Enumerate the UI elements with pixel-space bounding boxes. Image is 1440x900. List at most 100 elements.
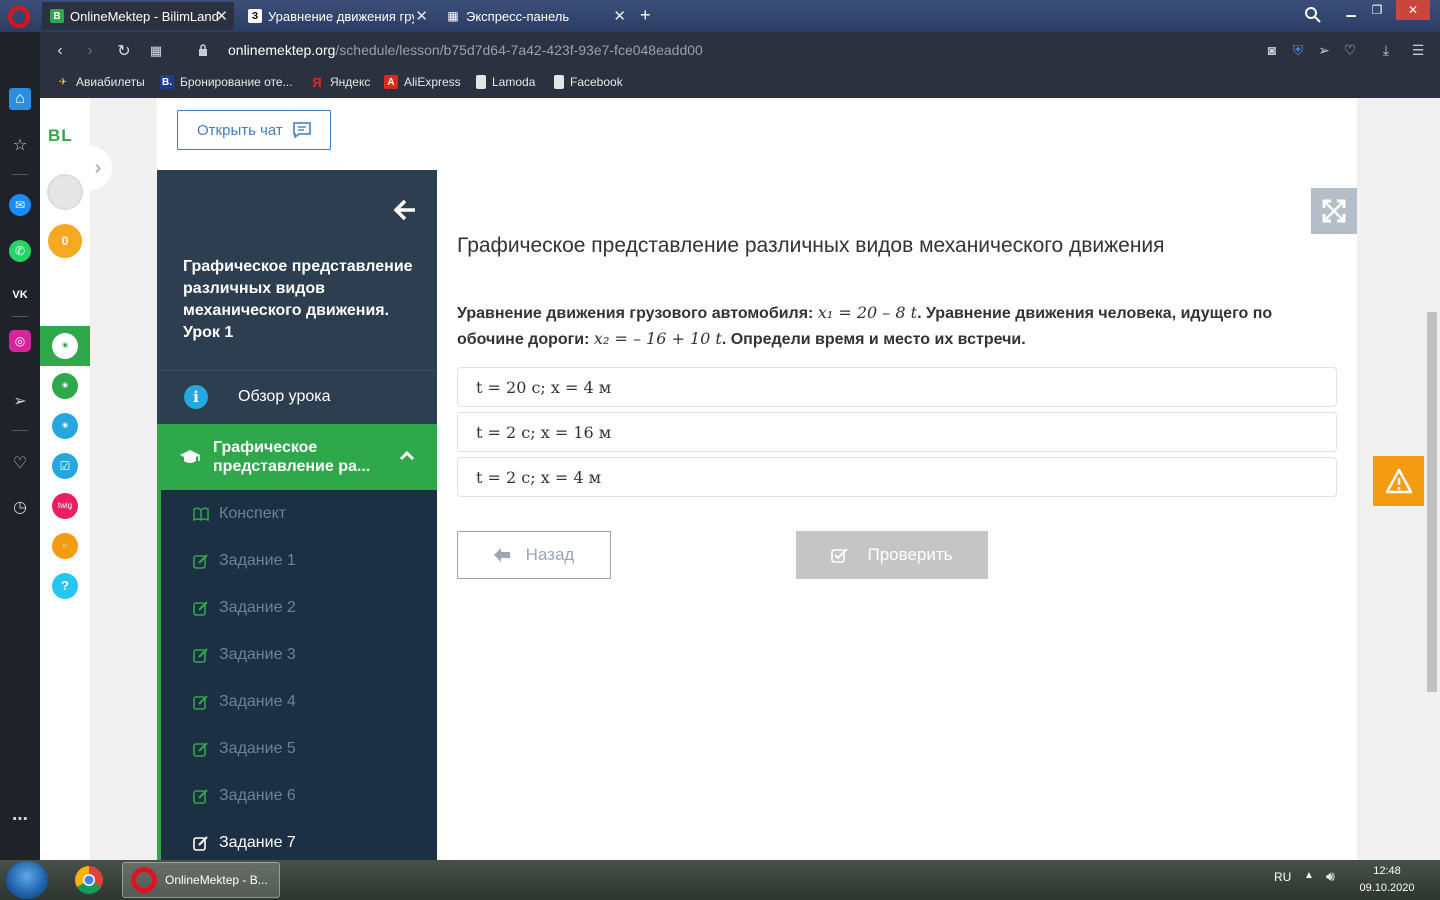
- yandex-icon: Я: [312, 74, 322, 90]
- maximize-window-icon[interactable]: ❐: [1364, 0, 1390, 20]
- plane-icon: ✈: [58, 76, 68, 88]
- twig-app-icon[interactable]: twig: [52, 493, 78, 519]
- sub-item-label: Задание 6: [219, 786, 296, 804]
- chrome-taskbar-button[interactable]: [66, 862, 112, 898]
- history-icon[interactable]: ◷: [9, 496, 31, 518]
- messenger-icon[interactable]: ✉: [9, 194, 31, 216]
- close-tab-icon[interactable]: ✕: [613, 7, 626, 25]
- heart-icon[interactable]: ♡: [9, 452, 31, 474]
- arrow-left-icon[interactable]: [393, 198, 417, 222]
- lesson-overview-item[interactable]: i Обзор урока: [157, 371, 437, 423]
- opera-menu-icon[interactable]: [8, 6, 30, 28]
- question-part: . Определи время и место их встречи.: [721, 331, 1026, 348]
- close-tab-icon[interactable]: ✕: [415, 7, 428, 25]
- bookmark-aviabilety[interactable]: ✈ Авиабилеты: [56, 75, 145, 89]
- address-bar: ‹ › ↻ ▦ onlinemektep.org/schedule/lesson…: [0, 32, 1440, 68]
- heart-icon[interactable]: ♡: [1342, 42, 1358, 58]
- expand-sidebar-icon[interactable]: ›: [84, 146, 112, 190]
- fullscreen-button[interactable]: [1311, 188, 1357, 234]
- sub-item-label: Задание 3: [219, 645, 296, 663]
- web-page: BL 0 ◉ ◉ ◉ ☑ twig ☼ ? › Открыть чат Граф…: [40, 98, 1424, 860]
- send-icon[interactable]: ➢: [1316, 42, 1332, 58]
- close-window-icon[interactable]: ✕: [1396, 0, 1430, 20]
- camera-icon[interactable]: ◙: [1264, 42, 1280, 58]
- instagram-icon[interactable]: ◎: [9, 330, 31, 352]
- answer-option-1[interactable]: t = 20 с; x = 4 м: [457, 367, 1337, 407]
- more-icon[interactable]: ⋯: [9, 808, 31, 830]
- current-section-item[interactable]: Графическое представление ра...: [161, 424, 437, 490]
- chevron-up-icon[interactable]: [399, 448, 415, 464]
- open-chat-button[interactable]: Открыть чат: [177, 110, 331, 150]
- tab-speed-dial[interactable]: ▦ Экспресс-панель ✕: [438, 2, 632, 30]
- aliexpress-icon: A: [384, 75, 398, 89]
- whatsapp-icon[interactable]: ✆: [9, 240, 31, 262]
- download-icon[interactable]: ⤓: [1378, 42, 1394, 58]
- url-field[interactable]: onlinemektep.org/schedule/lesson/b75d7d6…: [228, 42, 703, 58]
- sub-item-label: Задание 1: [219, 551, 296, 569]
- forward-icon[interactable]: ›: [80, 41, 100, 61]
- minimize-window-icon[interactable]: ▁: [1338, 0, 1364, 20]
- answer-text: t = 2 с; x = 4 м: [476, 467, 602, 487]
- bookmark-booking[interactable]: B. Бронирование оте...: [160, 75, 293, 89]
- bilimbook-app-icon[interactable]: ◉: [52, 413, 78, 439]
- sub-item-konspekt[interactable]: Конспект: [161, 490, 437, 537]
- sub-item-task-3[interactable]: Задание 3: [161, 631, 437, 678]
- sub-item-task-5[interactable]: Задание 5: [161, 725, 437, 772]
- warning-icon: [1385, 468, 1412, 494]
- imagine-app-icon[interactable]: ☼: [52, 533, 78, 559]
- url-domain: onlinemektep.org: [228, 42, 336, 58]
- chat-icon: [292, 122, 311, 138]
- coins-badge[interactable]: 0: [48, 224, 82, 258]
- opera-taskbar-button[interactable]: OnlineMektep - B...: [122, 862, 280, 898]
- checklist-app-icon[interactable]: ☑: [52, 453, 78, 479]
- onlinemektep-app-icon[interactable]: ◉: [52, 333, 78, 359]
- bookmark-yandex[interactable]: Я Яндекс: [310, 74, 370, 90]
- bookmark-label: Бронирование оте...: [180, 75, 293, 89]
- send-icon[interactable]: ➢: [9, 390, 31, 412]
- check-button[interactable]: Проверить: [796, 531, 988, 579]
- reload-icon[interactable]: ↻: [114, 41, 134, 61]
- start-button[interactable]: [6, 861, 48, 899]
- report-problem-button[interactable]: [1373, 456, 1424, 506]
- opera-icon: [131, 867, 157, 893]
- sub-item-task-4[interactable]: Задание 4: [161, 678, 437, 725]
- easy-setup-icon[interactable]: ☰: [1410, 42, 1426, 58]
- clock[interactable]: 12:48 09.10.2020: [1352, 863, 1422, 897]
- help-icon[interactable]: ?: [52, 573, 78, 599]
- edit-icon: [193, 647, 208, 663]
- tray-expand-icon[interactable]: ▲: [1304, 870, 1314, 881]
- sub-item-task-6[interactable]: Задание 6: [161, 772, 437, 819]
- bookmark-label: AliExpress: [404, 75, 461, 89]
- bookmark-label: Авиабилеты: [76, 75, 145, 89]
- bilimland-logo[interactable]: BL: [48, 126, 73, 146]
- answer-option-3[interactable]: t = 2 с; x = 4 м: [457, 457, 1337, 497]
- volume-icon[interactable]: 🔊︎: [1326, 868, 1335, 885]
- sub-item-task-2[interactable]: Задание 2: [161, 584, 437, 631]
- tab-onlinemektep[interactable]: B OnlineMektep - BilimLand ✕: [42, 2, 234, 30]
- bookmark-facebook[interactable]: Facebook: [554, 75, 623, 89]
- answer-option-2[interactable]: t = 2 с; x = 16 м: [457, 412, 1337, 452]
- bookmark-aliexpress[interactable]: A AliExpress: [384, 75, 461, 89]
- vpn-shield-icon[interactable]: ⛨: [1290, 42, 1306, 58]
- edit-icon: [193, 835, 208, 851]
- lock-icon[interactable]: [198, 44, 208, 56]
- back-button[interactable]: Назад: [457, 531, 611, 579]
- edit-icon: [193, 741, 208, 757]
- vk-icon[interactable]: VK: [9, 284, 31, 306]
- sub-item-task-7[interactable]: Задание 7: [161, 819, 437, 860]
- language-indicator[interactable]: RU: [1274, 870, 1291, 884]
- bilimland-favicon-icon: B: [50, 9, 64, 23]
- tabs-grid-icon[interactable]: ▦: [146, 41, 166, 61]
- sub-item-task-1[interactable]: Задание 1: [161, 537, 437, 584]
- scrollbar-thumb[interactable]: [1427, 312, 1437, 692]
- new-tab-button[interactable]: +: [640, 6, 651, 24]
- back-icon[interactable]: ‹: [50, 41, 70, 61]
- bookmark-lamoda[interactable]: Lamoda: [476, 75, 535, 89]
- bilimland-app-icon[interactable]: ◉: [52, 373, 78, 399]
- close-tab-icon[interactable]: ✕: [215, 7, 228, 25]
- star-icon[interactable]: ☆: [9, 134, 31, 156]
- tab-equation[interactable]: З Уравнение движения грузового ✕: [240, 2, 434, 30]
- search-tabs-icon[interactable]: [1304, 6, 1322, 24]
- avatar[interactable]: [47, 174, 83, 210]
- home-icon[interactable]: ⌂: [9, 88, 31, 110]
